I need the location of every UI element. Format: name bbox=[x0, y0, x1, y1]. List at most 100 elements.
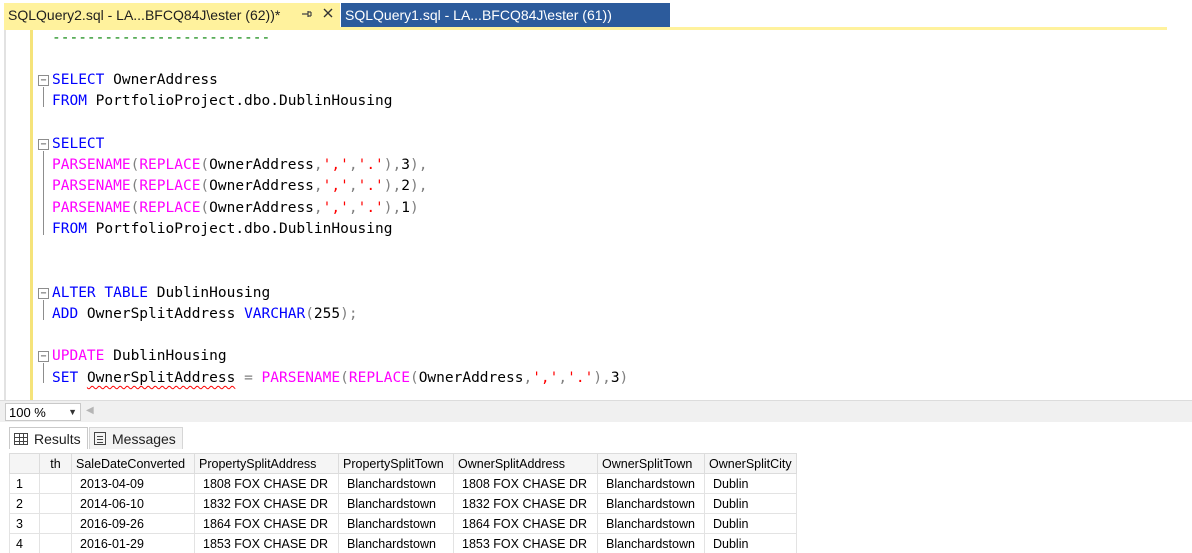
table-cell[interactable]: 1864 FOX CHASE DR bbox=[194, 513, 339, 534]
table-cell[interactable]: Dublin bbox=[704, 493, 797, 514]
code-line-parsename-3: PARSENAME(REPLACE(OwnerAddress,',','.'),… bbox=[52, 200, 419, 216]
identifier: OwnerAddress bbox=[104, 72, 218, 88]
function: PARSENAME bbox=[52, 200, 131, 216]
table-cell[interactable]: 1832 FOX CHASE DR bbox=[453, 493, 598, 514]
table-cell[interactable] bbox=[39, 493, 72, 514]
code-line-from-2: FROM PortfolioProject.dbo.DublinHousing bbox=[52, 220, 392, 238]
table-cell[interactable]: Dublin bbox=[704, 473, 797, 494]
tab-label: Messages bbox=[112, 430, 176, 447]
keyword: FROM bbox=[52, 93, 87, 109]
table-cell[interactable]: Blanchardstown bbox=[597, 493, 705, 514]
tab-messages[interactable]: Messages bbox=[89, 427, 183, 449]
column-header[interactable]: PropertySplitAddress bbox=[194, 453, 339, 474]
table-cell[interactable] bbox=[39, 533, 72, 553]
tab-sqlquery1[interactable]: SQLQuery1.sql - LA...BFCQ84J\ester (61)) bbox=[341, 3, 670, 27]
identifier: PortfolioProject.dbo.DublinHousing bbox=[86, 221, 393, 237]
row-number: 3 bbox=[9, 513, 40, 534]
close-icon[interactable] bbox=[320, 6, 336, 24]
error-identifier: OwnerSplitAddress bbox=[86, 370, 236, 386]
table-cell[interactable]: 1853 FOX CHASE DR bbox=[453, 533, 598, 553]
row-number: 4 bbox=[9, 533, 40, 553]
keyword: SELECT bbox=[52, 136, 105, 152]
column-header[interactable]: OwnerSplitAddress bbox=[453, 453, 598, 474]
column-header[interactable]: SaleDateConverted bbox=[71, 453, 195, 474]
table-cell[interactable]: Blanchardstown bbox=[338, 513, 454, 534]
collapse-icon[interactable]: − bbox=[38, 288, 49, 299]
table-cell[interactable]: 2016-09-26 bbox=[71, 513, 195, 534]
query-editor[interactable]: ------------------------- − SELECT Owner… bbox=[0, 30, 1192, 400]
table-row[interactable]: 4 2016-01-29 1853 FOX CHASE DR Blanchard… bbox=[9, 533, 797, 553]
table-cell[interactable]: Blanchardstown bbox=[597, 533, 705, 553]
keyword: SET bbox=[52, 370, 79, 386]
tab-sqlquery2[interactable]: SQLQuery2.sql - LA...BFCQ84J\ester (62))… bbox=[4, 3, 340, 27]
function: REPLACE bbox=[139, 157, 201, 173]
keyword: ALTER TABLE bbox=[52, 285, 149, 301]
tab-label: SQLQuery1.sql - LA...BFCQ84J\ester (61)) bbox=[345, 7, 612, 23]
identifier: DublinHousing bbox=[104, 348, 227, 364]
table-cell[interactable]: Blanchardstown bbox=[338, 533, 454, 553]
table-cell[interactable]: Blanchardstown bbox=[338, 473, 454, 494]
table-row[interactable]: 3 2016-09-26 1864 FOX CHASE DR Blanchard… bbox=[9, 513, 797, 534]
function: PARSENAME bbox=[261, 370, 341, 386]
table-cell[interactable]: 1853 FOX CHASE DR bbox=[194, 533, 339, 553]
identifier: OwnerSplitAddress bbox=[78, 306, 245, 322]
table-cell[interactable]: Blanchardstown bbox=[338, 493, 454, 514]
code-line-parsename-1: PARSENAME(REPLACE(OwnerAddress,',','.'),… bbox=[52, 157, 428, 173]
function: PARSENAME bbox=[52, 178, 131, 194]
table-cell[interactable]: 2013-04-09 bbox=[71, 473, 195, 494]
message-icon bbox=[94, 432, 106, 445]
code-line-from-1: FROM PortfolioProject.dbo.DublinHousing bbox=[52, 92, 392, 110]
table-row[interactable]: 1 2013-04-09 1808 FOX CHASE DR Blanchard… bbox=[9, 473, 797, 494]
row-number: 2 bbox=[9, 493, 40, 514]
number: 2 bbox=[401, 178, 410, 194]
results-grid: th SaleDateConverted PropertySplitAddres… bbox=[0, 450, 1192, 553]
table-cell[interactable]: 2014-06-10 bbox=[71, 493, 195, 514]
keyword: ADD bbox=[52, 306, 79, 322]
string: ',' bbox=[322, 178, 349, 194]
code-line-add: ADD OwnerSplitAddress VARCHAR(255); bbox=[52, 306, 358, 322]
collapse-icon[interactable]: − bbox=[38, 351, 49, 362]
string: '.' bbox=[357, 200, 384, 216]
column-header[interactable]: PropertySplitTown bbox=[338, 453, 454, 474]
table-cell[interactable]: 1808 FOX CHASE DR bbox=[453, 473, 598, 494]
string: ',' bbox=[322, 157, 349, 173]
string: ',' bbox=[532, 370, 559, 386]
string: '.' bbox=[357, 157, 384, 173]
string: '.' bbox=[357, 178, 384, 194]
collapse-icon[interactable]: − bbox=[38, 75, 49, 86]
table-cell[interactable]: Dublin bbox=[704, 513, 797, 534]
function: REPLACE bbox=[139, 178, 201, 194]
column-header[interactable]: OwnerSplitTown bbox=[597, 453, 705, 474]
table-cell[interactable]: Blanchardstown bbox=[597, 513, 705, 534]
keyword: SELECT bbox=[52, 72, 105, 88]
table-cell[interactable]: 1864 FOX CHASE DR bbox=[453, 513, 598, 534]
fold-guide bbox=[43, 300, 44, 320]
function: PARSENAME bbox=[52, 157, 131, 173]
table-cell[interactable]: Blanchardstown bbox=[597, 473, 705, 494]
scroll-left-icon[interactable]: ◀ bbox=[86, 405, 94, 416]
identifier: OwnerAddress bbox=[209, 178, 314, 194]
code-line-select-1: SELECT OwnerAddress bbox=[52, 71, 218, 89]
identifier: PortfolioProject.dbo.DublinHousing bbox=[86, 93, 393, 109]
table-cell[interactable]: 1808 FOX CHASE DR bbox=[194, 473, 339, 494]
code-line-set: SET OwnerSplitAddress = PARSENAME(REPLAC… bbox=[52, 370, 629, 386]
pin-icon[interactable] bbox=[299, 7, 313, 23]
code-line-parsename-2: PARSENAME(REPLACE(OwnerAddress,',','.'),… bbox=[52, 178, 428, 194]
table-cell[interactable] bbox=[39, 513, 72, 534]
function: REPLACE bbox=[139, 200, 201, 216]
table-cell[interactable] bbox=[39, 473, 72, 494]
table-cell[interactable]: Dublin bbox=[704, 533, 797, 553]
string: '.' bbox=[567, 370, 594, 386]
table-cell[interactable]: 1832 FOX CHASE DR bbox=[194, 493, 339, 514]
zoom-dropdown[interactable]: 100 % ▼ bbox=[5, 403, 81, 421]
table-cell[interactable]: 2016-01-29 bbox=[71, 533, 195, 553]
column-header[interactable]: OwnerSplitCity bbox=[704, 453, 797, 474]
collapse-icon[interactable]: − bbox=[38, 139, 49, 150]
grid-icon bbox=[14, 432, 28, 445]
table-row[interactable]: 2 2014-06-10 1832 FOX CHASE DR Blanchard… bbox=[9, 493, 797, 514]
tab-results[interactable]: Results bbox=[9, 427, 88, 449]
operator: = bbox=[235, 370, 262, 386]
number: 3 bbox=[610, 370, 620, 386]
column-header[interactable]: th bbox=[39, 453, 72, 474]
keyword: VARCHAR bbox=[244, 306, 306, 322]
